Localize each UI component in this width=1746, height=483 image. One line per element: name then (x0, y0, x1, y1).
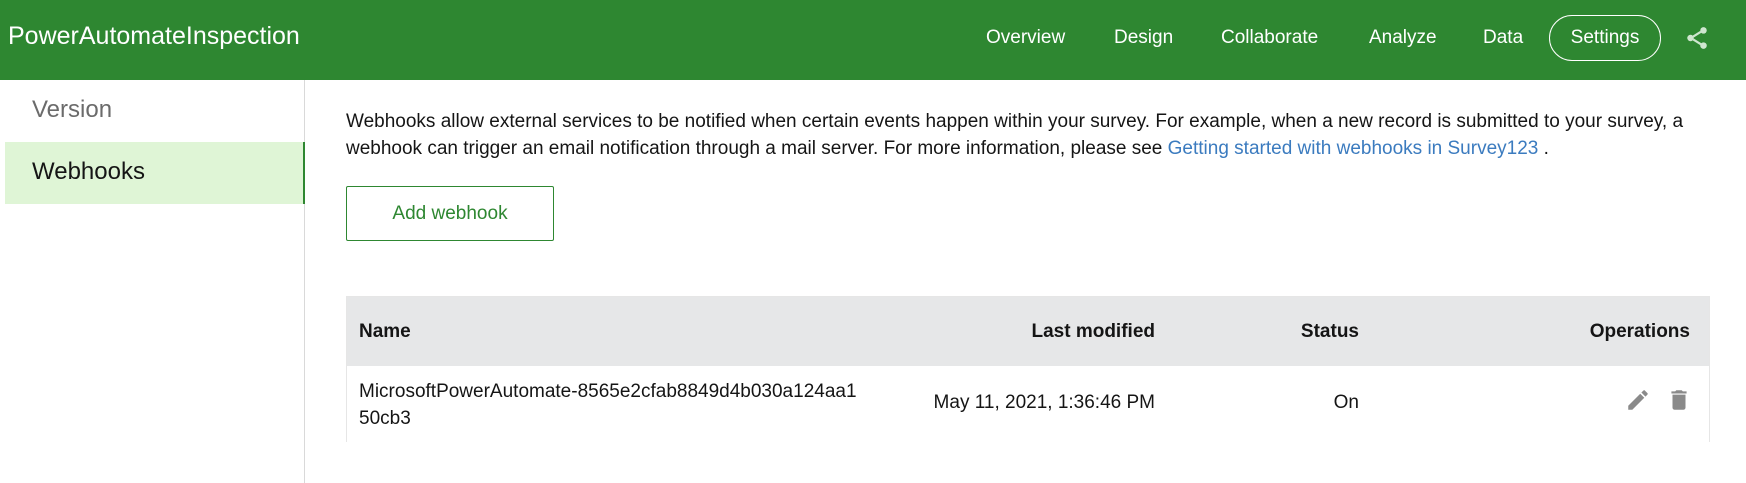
column-operations: Operations (1589, 321, 1690, 342)
column-status: Status (1300, 321, 1359, 342)
sidebar: Version Webhooks (0, 80, 305, 483)
top-bar: PowerAutomateInspection Overview Design … (0, 0, 1746, 80)
webhooks-description: Webhooks allow external services to be n… (346, 108, 1716, 162)
app-title[interactable]: PowerAutomateInspection (8, 22, 300, 51)
webhook-name-line1: MicrosoftPowerAutomate-8565e2cfab8849d4b… (359, 381, 857, 402)
sidebar-item-version[interactable]: Version (32, 96, 112, 124)
webhook-last-modified: May 11, 2021, 1:36:46 PM (933, 392, 1155, 413)
edit-icon[interactable] (1625, 387, 1651, 413)
delete-icon[interactable] (1666, 387, 1692, 413)
nav-data[interactable]: Data (1483, 27, 1523, 49)
sidebar-item-label: Webhooks (32, 158, 145, 185)
nav-settings[interactable]: Settings (1549, 15, 1661, 61)
webhook-name: MicrosoftPowerAutomate-8565e2cfab8849d4b… (359, 378, 857, 432)
nav-overview[interactable]: Overview (986, 27, 1065, 49)
column-name: Name (359, 321, 411, 342)
table-header: Name Last modified Status Operations (347, 297, 1709, 366)
nav-collaborate[interactable]: Collaborate (1221, 27, 1318, 49)
sidebar-item-webhooks[interactable]: Webhooks (5, 142, 305, 204)
webhooks-table: Name Last modified Status Operations Mic… (346, 296, 1710, 443)
description-suffix: . (1538, 138, 1549, 159)
nav-analyze[interactable]: Analyze (1369, 27, 1437, 49)
webhook-status: On (1333, 392, 1359, 413)
table-row: MicrosoftPowerAutomate-8565e2cfab8849d4b… (347, 366, 1709, 443)
column-last-modified: Last modified (1031, 321, 1155, 342)
webhook-name-line2: 50cb3 (359, 408, 411, 429)
share-icon[interactable] (1684, 25, 1710, 51)
webhooks-help-link[interactable]: Getting started with webhooks in Survey1… (1168, 138, 1539, 159)
add-webhook-button[interactable]: Add webhook (346, 186, 554, 241)
nav-design[interactable]: Design (1114, 27, 1173, 49)
